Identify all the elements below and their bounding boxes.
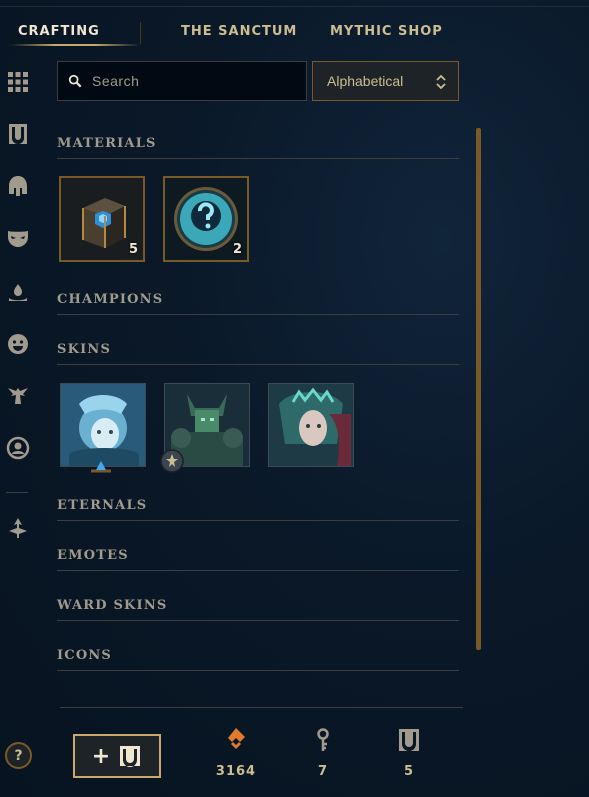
- key-icon: [317, 728, 329, 751]
- section-divider: [57, 520, 459, 521]
- tab-mythic-shop[interactable]: MYTHIC SHOP: [330, 24, 443, 39]
- scrollbar[interactable]: [476, 128, 481, 650]
- chroma-badge-icon: [160, 449, 184, 473]
- chest-counter: 5: [379, 728, 439, 779]
- search-icon: [68, 74, 82, 88]
- section-divider: [57, 314, 459, 315]
- section-divider: [57, 570, 459, 571]
- section-title-skins: SKINS: [57, 342, 112, 357]
- chest-icon[interactable]: [4, 120, 32, 148]
- top-divider: [0, 6, 589, 7]
- rarity-gem-icon: [91, 461, 111, 473]
- help-icon: ?: [14, 747, 23, 764]
- material-count: 5: [128, 242, 138, 257]
- section-title-ward-skins: WARD SKINS: [57, 598, 168, 613]
- search-input[interactable]: [92, 73, 292, 89]
- skin-shard-tile[interactable]: [60, 383, 146, 467]
- key-value: 7: [317, 764, 329, 779]
- ward-icon[interactable]: [4, 279, 32, 307]
- eternals-icon[interactable]: [4, 381, 32, 409]
- orange-essence-counter: 3164: [206, 728, 266, 779]
- skin-shard-tile[interactable]: [268, 383, 354, 467]
- key-counter: 7: [293, 728, 353, 779]
- orange-essence-value: 3164: [215, 764, 257, 779]
- tab-crafting[interactable]: CRAFTING: [18, 24, 100, 39]
- bottom-divider: [60, 707, 463, 708]
- search-box[interactable]: [57, 61, 307, 101]
- active-tab-underline: [10, 44, 140, 46]
- chest-value: 5: [403, 764, 415, 779]
- rail-separator: [6, 492, 28, 493]
- material-tile-chest[interactable]: 5: [59, 176, 145, 262]
- sort-selected-label: Alphabetical: [327, 73, 404, 89]
- grid-icon[interactable]: [4, 68, 32, 96]
- section-divider: [57, 158, 459, 159]
- add-chest-button[interactable]: +: [73, 734, 161, 778]
- up-down-chevron-icon: [436, 74, 446, 90]
- section-title-champions: CHAMPIONS: [57, 292, 164, 307]
- skin-shard-1: [61, 384, 145, 466]
- section-title-emotes: EMOTES: [57, 548, 129, 563]
- plus-icon: +: [91, 743, 111, 769]
- helmet-icon[interactable]: [4, 172, 32, 200]
- material-count: 2: [232, 242, 242, 257]
- material-tile-orb[interactable]: 2: [163, 176, 249, 262]
- chest-icon: [399, 729, 419, 751]
- section-divider: [57, 364, 459, 365]
- skin-shard-3: [269, 384, 353, 466]
- help-button[interactable]: ?: [5, 742, 32, 769]
- section-divider: [57, 670, 459, 671]
- section-title-eternals: ETERNALS: [57, 498, 148, 513]
- section-divider: [57, 620, 459, 621]
- section-title-materials: MATERIALS: [57, 136, 157, 151]
- orange-essence-icon: [228, 728, 245, 749]
- arrow-icon[interactable]: [4, 514, 32, 542]
- nav-separator: [140, 22, 141, 44]
- tab-the-sanctum[interactable]: THE SANCTUM: [181, 24, 297, 39]
- section-title-icons: ICONS: [57, 648, 113, 663]
- emote-face-icon[interactable]: [4, 330, 32, 358]
- mask-icon[interactable]: [4, 224, 32, 252]
- sort-dropdown[interactable]: Alphabetical: [312, 61, 459, 101]
- chest-icon: [120, 746, 141, 767]
- profile-icon[interactable]: [4, 434, 32, 462]
